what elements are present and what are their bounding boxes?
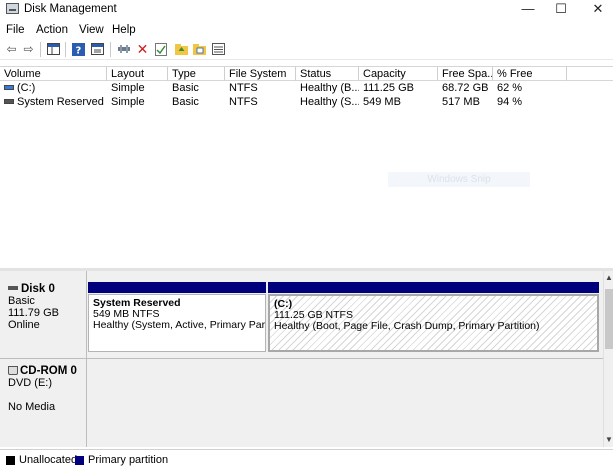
table-row[interactable]: (C:) Simple Basic NTFS Healthy (B... 111… xyxy=(0,82,613,95)
legend-bar: Unallocated Primary partition xyxy=(0,449,613,472)
column-header-free-space[interactable]: Free Spa... xyxy=(438,67,493,81)
cdrom-title: CD-ROM 0 xyxy=(8,365,86,377)
column-header-status[interactable]: Status xyxy=(296,67,359,81)
file-system-cell: NTFS xyxy=(229,82,258,94)
toolbar-separator xyxy=(40,42,41,57)
partition-bar xyxy=(268,282,599,293)
check-icon[interactable] xyxy=(153,42,168,56)
disk-name: CD-ROM 0 xyxy=(20,365,77,377)
status-cell: Healthy (B... xyxy=(300,82,359,94)
toolbar: ⇦ ⇨ ? ✕ xyxy=(0,39,613,60)
maximize-button[interactable]: ☐ xyxy=(540,0,582,20)
volume-cell: (C:) xyxy=(0,82,107,95)
volume-cell: System Reserved xyxy=(0,96,107,109)
scrollbar-thumb[interactable] xyxy=(605,289,613,349)
volume-icon xyxy=(4,99,14,104)
unallocated-swatch xyxy=(6,456,15,465)
column-header-volume[interactable]: Volume xyxy=(0,67,107,81)
disk-0-title: Disk 0 xyxy=(8,283,86,295)
close-button[interactable]: ✕ xyxy=(577,0,613,20)
layout-cell: Simple xyxy=(111,96,145,108)
title-bar: Disk Management — ☐ ✕ xyxy=(0,0,613,20)
layout-cell: Simple xyxy=(111,82,145,94)
column-header-file-system[interactable]: File System xyxy=(225,67,296,81)
type-cell: Basic xyxy=(172,82,199,94)
disk-size: 111.79 GB xyxy=(8,307,59,319)
column-header-type[interactable]: Type xyxy=(168,67,225,81)
volume-icon xyxy=(4,85,14,90)
percent-free-cell: 94 % xyxy=(497,96,523,108)
scroll-up-icon[interactable]: ▲ xyxy=(604,273,613,283)
legend-primary-partition: Primary partition xyxy=(88,454,169,466)
watermark: Windows Snip xyxy=(388,172,530,187)
cdrom-media-status: No Media xyxy=(8,401,56,413)
type-cell: Basic xyxy=(172,96,199,108)
connect-icon[interactable] xyxy=(116,42,131,56)
scroll-down-icon[interactable]: ▼ xyxy=(604,435,613,445)
primary-partition-swatch xyxy=(75,456,84,465)
toolbar-separator xyxy=(65,42,66,57)
disk-pane-scrollbar[interactable]: ▲ ▼ xyxy=(603,271,613,447)
forward-icon[interactable]: ⇨ xyxy=(21,42,36,56)
console-tree-icon[interactable] xyxy=(46,42,61,56)
menu-view[interactable]: View xyxy=(79,24,104,36)
menu-help[interactable]: Help xyxy=(112,24,136,36)
menu-action[interactable]: Action xyxy=(36,24,68,36)
cdrom-0-area xyxy=(87,358,603,444)
volume-table-header: Volume Layout Type File System Status Ca… xyxy=(0,66,613,81)
cdrom-icon xyxy=(8,366,18,375)
partition-bar xyxy=(88,282,266,293)
properties-icon[interactable] xyxy=(90,42,105,56)
list-view-icon[interactable] xyxy=(211,42,226,56)
folder-up-icon[interactable] xyxy=(174,42,189,56)
back-icon[interactable]: ⇦ xyxy=(4,42,19,56)
disk-icon xyxy=(8,286,18,290)
status-cell: Healthy (S... xyxy=(300,96,359,108)
volume-name: System Reserved xyxy=(17,96,104,108)
file-system-cell: NTFS xyxy=(229,96,258,108)
volume-name: (C:) xyxy=(17,82,36,94)
disk-type: Basic xyxy=(8,295,35,307)
capacity-cell: 111.25 GB xyxy=(363,82,414,94)
menu-file[interactable]: File xyxy=(6,24,25,36)
cdrom-0-label[interactable]: CD-ROM 0 DVD (E:) No Media xyxy=(0,358,87,447)
delete-icon[interactable]: ✕ xyxy=(135,42,150,56)
table-row[interactable]: System Reserved Simple Basic NTFS Health… xyxy=(0,96,613,109)
cdrom-drive: DVD (E:) xyxy=(8,377,52,389)
column-header-layout[interactable]: Layout xyxy=(107,67,168,81)
free-space-cell: 517 MB xyxy=(442,96,480,108)
percent-free-cell: 62 % xyxy=(497,82,523,94)
partition-c[interactable]: (C:) 111.25 GB NTFS Healthy (Boot, Page … xyxy=(268,294,599,352)
cdrom-blank-line xyxy=(8,389,86,401)
menu-bar: File Action View Help xyxy=(0,21,613,39)
partition-system-reserved[interactable]: System Reserved 549 MB NTFS Healthy (Sys… xyxy=(88,294,266,352)
legend-unallocated: Unallocated xyxy=(19,454,78,466)
column-header-capacity[interactable]: Capacity xyxy=(359,67,438,81)
free-space-cell: 68.72 GB xyxy=(442,82,489,94)
disk-0-label[interactable]: Disk 0 Basic 111.79 GB Online xyxy=(0,271,87,358)
svg-text:?: ? xyxy=(76,45,82,56)
folder-open-icon[interactable] xyxy=(192,42,207,56)
toolbar-separator xyxy=(110,42,111,57)
disk-management-icon xyxy=(6,3,19,14)
disk-name: Disk 0 xyxy=(21,283,55,295)
window-title: Disk Management xyxy=(24,3,117,15)
partition-status: Healthy (System, Active, Primary Partit xyxy=(93,319,266,331)
disk-state: Online xyxy=(8,319,40,331)
help-icon[interactable]: ? xyxy=(71,42,86,56)
column-header-percent-free[interactable]: % Free xyxy=(493,67,567,81)
capacity-cell: 549 MB xyxy=(363,96,401,108)
partition-status: Healthy (Boot, Page File, Crash Dump, Pr… xyxy=(274,320,540,332)
